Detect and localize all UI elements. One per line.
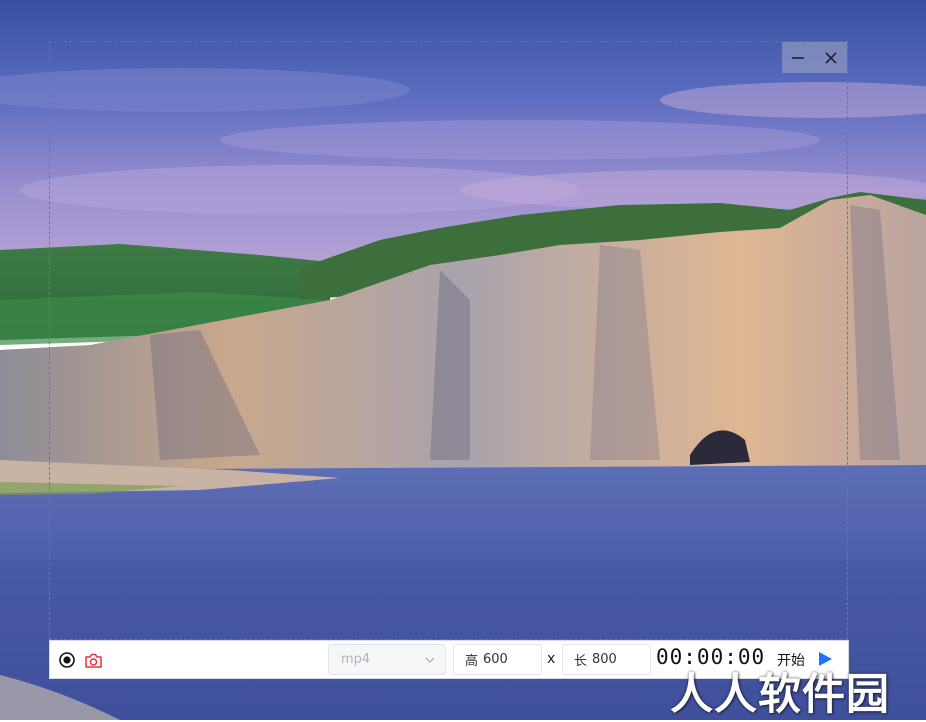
chevron-down-icon — [425, 657, 435, 663]
height-label: 高 — [465, 654, 479, 669]
close-button[interactable] — [818, 45, 844, 71]
format-select[interactable]: mp4 — [328, 644, 446, 675]
width-field[interactable]: 长 800 — [562, 644, 651, 675]
width-label: 长 — [574, 654, 588, 669]
window-controls — [782, 42, 847, 73]
camera-icon — [84, 653, 102, 668]
record-mode-button[interactable] — [56, 649, 78, 671]
record-circle-icon — [59, 652, 75, 668]
dimension-separator: x — [547, 651, 556, 667]
watermark: 人人软件园 — [670, 670, 890, 720]
minimize-button[interactable] — [785, 45, 811, 71]
width-value: 800 — [592, 652, 617, 667]
minimize-icon — [792, 56, 805, 59]
capture-region[interactable] — [49, 41, 848, 640]
close-icon — [825, 51, 837, 64]
height-value: 600 — [483, 652, 508, 667]
screenshot-button[interactable] — [82, 649, 104, 671]
height-field[interactable]: 高 600 — [453, 644, 542, 675]
format-select-value: mp4 — [341, 652, 371, 667]
